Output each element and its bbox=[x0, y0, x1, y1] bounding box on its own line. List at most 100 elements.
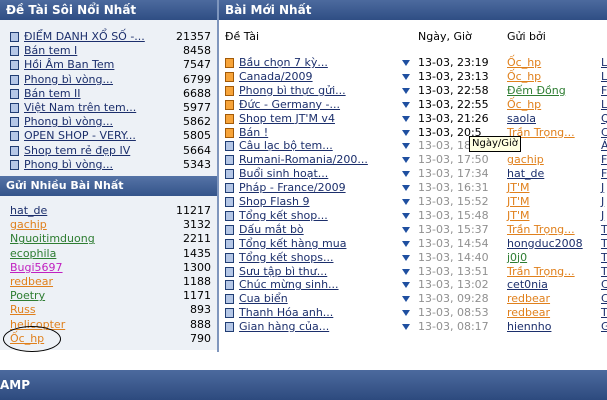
thread-icon bbox=[225, 238, 234, 249]
post-author-link[interactable]: Đếm Đồng bbox=[507, 84, 566, 98]
thread-icon bbox=[225, 169, 234, 180]
hot-topic-link[interactable]: Phong bì vòng... bbox=[24, 158, 113, 172]
go-to-last-post-icon[interactable] bbox=[402, 60, 410, 66]
thread-icon bbox=[10, 117, 19, 128]
new-post-link[interactable]: Shop Flash 9 bbox=[239, 195, 310, 209]
post-author-link[interactable]: hongduc2008 bbox=[507, 237, 583, 251]
post-author-link[interactable]: Ốc_hp bbox=[507, 98, 541, 112]
overflow-text: F bbox=[601, 83, 607, 97]
hot-topic-link[interactable]: Phong bì vòng... bbox=[24, 115, 113, 129]
go-to-last-post-icon[interactable] bbox=[402, 310, 410, 317]
new-post-link[interactable]: Bán ! bbox=[239, 126, 268, 140]
new-post-row: Shop tem JT'M v4 13-03, 21:26 saola Q bbox=[219, 112, 607, 126]
post-author-link[interactable]: JT'M bbox=[507, 181, 529, 195]
post-author-link[interactable]: JT'M bbox=[507, 195, 529, 209]
go-to-last-post-icon[interactable] bbox=[402, 324, 410, 331]
new-post-link[interactable]: Sưu tập bì thư... bbox=[239, 265, 327, 279]
new-post-row: Chúc mừng sinh... 13-03, 13:02 cet0nia C bbox=[219, 278, 607, 292]
hot-topic-link[interactable]: ĐIỂM DANH XỔ SỐ -... bbox=[24, 30, 145, 44]
go-to-last-post-icon[interactable] bbox=[402, 226, 410, 233]
thread-icon bbox=[225, 197, 234, 207]
hot-topic-link[interactable]: Phong bì vòng... bbox=[24, 73, 113, 87]
post-author-link[interactable]: hat_de bbox=[507, 167, 544, 181]
new-post-link[interactable]: Chúc mừng sinh... bbox=[239, 278, 339, 292]
go-to-last-post-icon[interactable] bbox=[402, 185, 410, 192]
poster-link[interactable]: hat_de bbox=[10, 204, 47, 218]
poster-link[interactable]: ecophila bbox=[10, 247, 56, 261]
hot-topic-link[interactable]: Việt Nam trên tem... bbox=[24, 101, 136, 115]
new-post-link[interactable]: Phong bì thực gửi... bbox=[239, 84, 346, 98]
new-post-link[interactable]: Câu lạc bộ tem... bbox=[239, 139, 333, 153]
go-to-last-post-icon[interactable] bbox=[402, 212, 410, 219]
poster-link[interactable]: Poetry bbox=[10, 289, 45, 303]
new-post-row: Câu lạc bộ tem... 13-03, 18:46 Á bbox=[219, 139, 607, 153]
new-post-link[interactable]: Gian hàng của... bbox=[239, 320, 329, 334]
new-post-link[interactable]: Tổng kết shops... bbox=[239, 251, 333, 265]
poster-link[interactable]: Russ bbox=[10, 303, 36, 317]
new-post-link[interactable]: Thanh Hóa anh... bbox=[239, 306, 333, 320]
new-post-row: Canada/2009 13-03, 23:13 Ốc_hp L bbox=[219, 70, 607, 84]
post-author-link[interactable]: JT'M bbox=[507, 209, 529, 223]
new-post-link[interactable]: Rumani-Romania/200... bbox=[239, 153, 368, 167]
post-count: 1300 bbox=[183, 260, 211, 274]
new-post-link[interactable]: Pháp - France/2009 bbox=[239, 181, 346, 195]
post-author-link[interactable]: cet0nia bbox=[507, 278, 548, 292]
thread-icon bbox=[225, 224, 234, 235]
poster-link[interactable]: Nguoitimduong bbox=[10, 232, 95, 246]
post-author-link[interactable]: Ốc_hp bbox=[507, 56, 541, 70]
go-to-last-post-icon[interactable] bbox=[402, 157, 410, 164]
reply-count: 5977 bbox=[183, 101, 211, 114]
new-post-link[interactable]: Tổng kết shop... bbox=[239, 209, 328, 223]
hot-topic-link[interactable]: Bán tem I bbox=[24, 44, 77, 58]
go-to-last-post-icon[interactable] bbox=[402, 171, 410, 178]
post-author-link[interactable]: redbear bbox=[507, 306, 550, 320]
hot-topic-link[interactable]: OPEN SHOP - VERY... bbox=[24, 129, 136, 143]
new-post-link[interactable]: Buổi sinh hoạt... bbox=[239, 167, 328, 181]
go-to-last-post-icon[interactable] bbox=[402, 129, 410, 136]
reply-count: 5862 bbox=[183, 115, 211, 129]
overflow-text: L bbox=[601, 56, 607, 69]
post-author-link[interactable]: Trần Trọng... bbox=[507, 265, 575, 279]
hot-topic-link[interactable]: Hồi Âm Ban Tem bbox=[24, 58, 114, 72]
go-to-last-post-icon[interactable] bbox=[402, 199, 410, 205]
post-author-link[interactable]: Ốc_hp bbox=[507, 70, 541, 84]
new-post-link[interactable]: Shop tem JT'M v4 bbox=[239, 112, 335, 126]
overflow-text: C bbox=[601, 125, 607, 139]
poster-link[interactable]: gachip bbox=[10, 218, 47, 232]
overflow-text: J bbox=[601, 208, 605, 222]
go-to-last-post-icon[interactable] bbox=[402, 87, 410, 94]
highlight-circle bbox=[3, 326, 61, 352]
post-count: 1171 bbox=[183, 289, 211, 303]
new-post-link[interactable]: Đức - Germany -... bbox=[239, 98, 340, 112]
go-to-last-post-icon[interactable] bbox=[402, 254, 410, 261]
post-author-link[interactable]: j0j0 bbox=[507, 251, 527, 265]
new-post-link[interactable]: Cua biển bbox=[239, 292, 288, 306]
post-author-link[interactable]: redbear bbox=[507, 292, 550, 306]
hot-topic-link[interactable]: Shop tem rẻ đẹp IV bbox=[24, 144, 130, 158]
hot-topic-link[interactable]: Bán tem II bbox=[24, 87, 81, 101]
new-post-link[interactable]: Tổng kết hàng mua bbox=[239, 237, 346, 251]
poster-link[interactable]: redbear bbox=[10, 275, 53, 289]
go-to-last-post-icon[interactable] bbox=[402, 296, 410, 303]
go-to-last-post-icon[interactable] bbox=[402, 268, 410, 275]
post-author-link[interactable]: Trần Trọng... bbox=[507, 223, 575, 237]
post-author-link[interactable]: hiennho bbox=[507, 320, 551, 334]
top-poster-row: Russ 893 bbox=[0, 303, 217, 317]
go-to-last-post-icon[interactable] bbox=[402, 101, 410, 108]
go-to-last-post-icon[interactable] bbox=[402, 282, 410, 289]
go-to-last-post-icon[interactable] bbox=[402, 143, 410, 150]
post-author-link[interactable]: saola bbox=[507, 112, 536, 126]
new-post-row: Tổng kết shops... 13-03, 14:40 j0j0 T bbox=[219, 251, 607, 265]
go-to-last-post-icon[interactable] bbox=[402, 240, 410, 247]
new-post-link[interactable]: Canada/2009 bbox=[239, 70, 313, 84]
go-to-last-post-icon[interactable] bbox=[402, 73, 410, 80]
new-post-link[interactable]: Bầu chọn 7 kỳ... bbox=[239, 56, 328, 70]
new-post-link[interactable]: Dấu mắt bò bbox=[239, 223, 304, 237]
post-date: 13-03, 17:34 bbox=[418, 167, 489, 181]
poster-link[interactable]: Bugi5697 bbox=[10, 261, 63, 275]
new-post-row: Tổng kết shop... 13-03, 15:48 JT'M J bbox=[219, 209, 607, 223]
post-date: 13-03, 14:54 bbox=[418, 236, 489, 250]
go-to-last-post-icon[interactable] bbox=[402, 115, 410, 122]
post-author-link[interactable]: gachip bbox=[507, 153, 544, 167]
post-count: 1435 bbox=[183, 246, 211, 260]
